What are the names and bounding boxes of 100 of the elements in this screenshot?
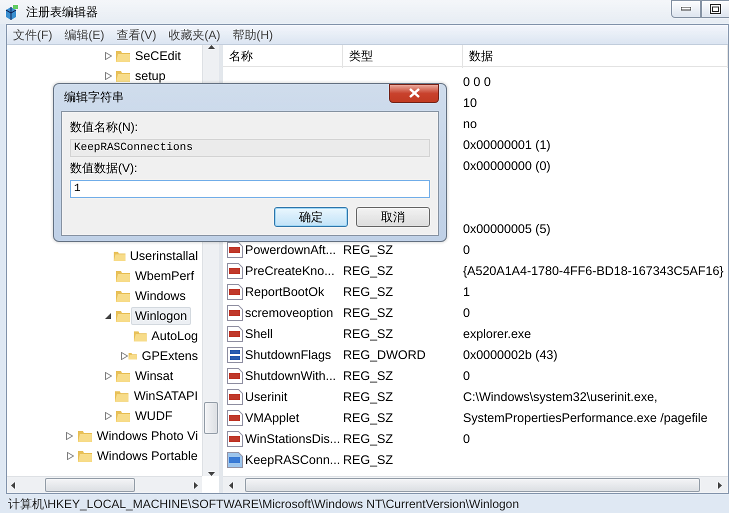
tree-item[interactable]: WbemPerf	[131, 267, 198, 285]
tree-item[interactable]: SeCEdit	[131, 47, 185, 65]
expanded-arrow-icon[interactable]	[104, 312, 112, 320]
maximize-icon	[710, 4, 721, 14]
scrollbar-thumb[interactable]	[45, 478, 135, 492]
dialog-title: 编辑字符串	[64, 89, 124, 106]
ok-button[interactable]: 确定	[274, 207, 348, 227]
horizontal-scrollbar[interactable]	[223, 476, 728, 493]
value-name[interactable]: VMApplet	[245, 410, 300, 424]
column-header[interactable]: 数据	[463, 45, 728, 68]
close-button[interactable]	[389, 84, 439, 102]
value-data: explorer.exe	[463, 326, 532, 340]
value-type: REG_SZ	[343, 306, 394, 320]
scroll-left-arrow-icon[interactable]	[11, 482, 15, 488]
folder-icon	[115, 68, 131, 84]
menu-item[interactable]: 文件(F)	[7, 25, 58, 44]
value-name[interactable]: KeepRASConn...	[245, 452, 340, 466]
collapsed-arrow-icon[interactable]	[66, 452, 74, 460]
cancel-button[interactable]: 取消	[356, 207, 430, 227]
minimize-icon	[681, 7, 691, 11]
value-data: 0x00000001 (1)	[463, 138, 551, 152]
registry-app-icon	[4, 4, 20, 20]
folder-icon	[115, 288, 131, 304]
tree-item[interactable]: WUDF	[131, 407, 176, 425]
value-type: REG_SZ	[343, 284, 394, 298]
value-type: REG_SZ	[343, 390, 394, 404]
menu-item[interactable]: 编辑(E)	[58, 25, 110, 44]
tree-item[interactable]: Winsat	[131, 367, 178, 385]
value-data: C:\Windows\system32\userinit.exe,	[463, 390, 658, 404]
horizontal-scrollbar[interactable]	[7, 476, 202, 493]
maximize-button[interactable]	[701, 0, 729, 18]
collapsed-arrow-icon[interactable]	[104, 52, 112, 60]
field-label: 数值名称(N):	[70, 119, 139, 136]
value-type: REG_SZ	[343, 368, 394, 382]
value-name[interactable]: scremoveoption	[245, 306, 334, 320]
value-name[interactable]: PowerdownAft...	[245, 242, 336, 256]
value-data: 0x00000005 (5)	[463, 222, 551, 236]
value-type: REG_SZ	[343, 264, 394, 278]
value-data-field[interactable]: 1	[70, 180, 430, 198]
scroll-down-arrow-icon[interactable]	[208, 472, 214, 476]
value-data: SystemPropertiesPerformance.exe /pagefile	[463, 410, 708, 424]
value-type: REG_SZ	[343, 410, 394, 424]
value-data: 1	[463, 284, 470, 298]
scrollbar-thumb[interactable]	[245, 478, 700, 492]
value-name[interactable]: ShutdownWith...	[245, 368, 336, 382]
value-name[interactable]: PreCreateKno...	[245, 264, 335, 278]
menu-item[interactable]: 查看(V)	[110, 25, 162, 44]
folder-icon	[115, 408, 131, 424]
folder-icon	[76, 428, 93, 444]
scrollbar-thumb[interactable]	[204, 402, 218, 434]
value-data: 0x0000002b (43)	[463, 348, 558, 362]
value-name[interactable]: ShutdownFlags	[245, 348, 332, 362]
value-data: 0	[463, 368, 470, 382]
collapsed-arrow-icon[interactable]	[66, 432, 74, 440]
value-type: REG_DWORD	[343, 348, 426, 362]
window-title: 注册表编辑器	[26, 4, 98, 20]
menu-item[interactable]: 帮助(H)	[226, 25, 279, 44]
value-data: 0	[463, 242, 470, 256]
scroll-right-arrow-icon[interactable]	[718, 482, 722, 488]
tree-item[interactable]: GPExtens	[138, 347, 202, 365]
value-data: no	[463, 116, 477, 130]
minimize-button[interactable]	[671, 0, 701, 18]
value-data: 10	[463, 96, 477, 110]
folder-icon	[114, 388, 130, 404]
collapsed-arrow-icon[interactable]	[104, 72, 112, 80]
scroll-right-arrow-icon[interactable]	[194, 482, 198, 488]
collapsed-arrow-icon[interactable]	[104, 372, 112, 380]
value-type: REG_SZ	[343, 452, 394, 466]
tree-item[interactable]: WinSATAPI	[130, 387, 202, 405]
tree-item[interactable]: setup	[131, 67, 170, 85]
collapsed-arrow-icon[interactable]	[120, 352, 128, 360]
folder-icon	[115, 268, 131, 284]
scroll-up-arrow-icon[interactable]	[208, 45, 214, 49]
tree-item[interactable]: Windows	[131, 287, 190, 305]
column-header[interactable]: 类型	[343, 45, 463, 68]
folder-icon	[115, 308, 131, 324]
column-header[interactable]: 名称	[223, 45, 343, 68]
tree-item[interactable]: Winlogon	[131, 307, 192, 325]
value-data: 0 0 0	[463, 74, 491, 88]
folder-icon	[77, 448, 93, 464]
tree-item[interactable]: AutoLog	[147, 327, 202, 345]
value-data: {A520A1A4-1780-4FF6-BD18-167343C5AF16}	[463, 264, 724, 278]
value-name-field[interactable]: KeepRASConnections	[70, 139, 430, 157]
field-label: 数值数据(V):	[70, 160, 138, 177]
value-name[interactable]: Shell	[245, 326, 273, 340]
value-name[interactable]: ReportBootOk	[245, 284, 324, 298]
value-name[interactable]: Userinit	[245, 390, 288, 404]
value-type: REG_SZ	[343, 432, 394, 446]
tree-item[interactable]: Windows Photo Vi	[92, 427, 202, 445]
folder-icon	[115, 368, 131, 384]
menu-item[interactable]: 收藏夹(A)	[162, 25, 226, 44]
collapsed-arrow-icon[interactable]	[104, 412, 112, 420]
tree-item[interactable]: Userinstallal	[126, 247, 202, 265]
scroll-left-arrow-icon[interactable]	[229, 482, 233, 488]
value-type: REG_SZ	[343, 326, 394, 340]
value-data: 0	[463, 306, 470, 320]
folder-icon	[115, 48, 131, 64]
tree-item[interactable]: Windows Portable	[93, 447, 202, 465]
value-type: REG_SZ	[343, 242, 394, 256]
value-name[interactable]: WinStationsDis...	[245, 432, 340, 446]
